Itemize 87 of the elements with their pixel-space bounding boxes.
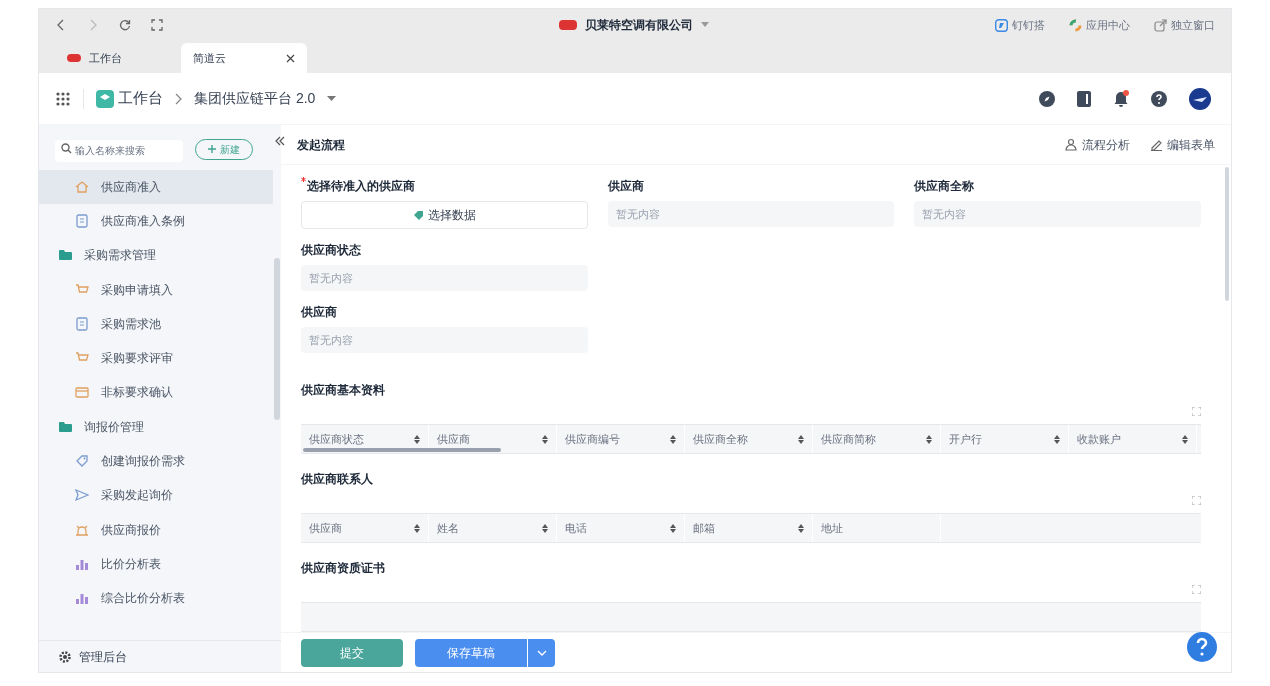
column-header[interactable]: 电话: [557, 514, 685, 542]
field-label: 供应商全称: [914, 178, 975, 195]
chevron-right-icon: [175, 92, 182, 105]
sidebar-item[interactable]: 采购要求评审: [39, 341, 273, 376]
field-label: 供应商: [607, 178, 644, 195]
tab-label: 工作台: [89, 50, 122, 66]
panel-icon[interactable]: [1077, 90, 1091, 107]
app-name[interactable]: 集团供应链平台 2.0: [194, 88, 316, 109]
ring-icon: [1069, 18, 1082, 32]
toolbar-link[interactable]: 独立窗口: [1154, 16, 1215, 34]
sidebar-item[interactable]: 比价分析表: [39, 546, 273, 582]
fullscreen-icon[interactable]: [151, 19, 163, 31]
send-icon: [75, 488, 89, 503]
column-header[interactable]: 邮箱: [685, 514, 813, 542]
house-icon: [75, 179, 89, 194]
apps-grid-icon[interactable]: [55, 90, 71, 107]
column-header[interactable]: 供应商简称: [813, 425, 941, 453]
sidebar-item[interactable]: 供应商准入: [39, 169, 273, 204]
section-title: 供应商联系人: [301, 471, 374, 488]
plus-icon: [208, 145, 216, 154]
person-icon: [1065, 138, 1078, 151]
help-icon[interactable]: [1151, 90, 1167, 107]
reload-icon[interactable]: [119, 19, 131, 31]
chat-icon: [995, 18, 1008, 32]
caret-icon[interactable]: [701, 22, 709, 28]
column-header[interactable]: 供应商全称: [685, 425, 813, 453]
compass-icon[interactable]: [1039, 90, 1055, 107]
bar-chart-icon: [75, 591, 89, 606]
section-title: 供应商基本资料: [301, 382, 386, 399]
document-icon: [75, 316, 89, 331]
search-icon: [61, 143, 72, 154]
column-header[interactable]: 开户行: [941, 425, 1069, 453]
toolbar-button[interactable]: 编辑表单: [1150, 135, 1215, 154]
collapse-icon[interactable]: [275, 136, 285, 146]
close-icon[interactable]: [286, 53, 295, 63]
toolbar-link[interactable]: 钉钉搭: [995, 16, 1045, 34]
form-scrollbar[interactable]: [1225, 167, 1229, 301]
workbench-logo-icon: [96, 89, 114, 108]
sidebar-scrollbar[interactable]: [274, 258, 280, 420]
sidebar-item[interactable]: 采购发起询价: [39, 478, 273, 513]
dropdown-button[interactable]: [528, 638, 555, 667]
sidebar-item[interactable]: 非标要求确认: [39, 375, 273, 410]
sidebar-item[interactable]: 采购需求池: [39, 306, 273, 341]
toolbar-button[interactable]: 流程分析: [1065, 135, 1130, 154]
help-icon[interactable]: [1187, 632, 1217, 662]
column-header[interactable]: 地址: [813, 514, 941, 542]
chevron-down-icon: [536, 649, 547, 656]
sidebar-item[interactable]: 综合比价分析表: [39, 581, 273, 616]
folder-icon: [59, 421, 72, 432]
pen-icon: [1150, 138, 1163, 151]
column-header[interactable]: 供应商: [301, 514, 429, 542]
tag-icon: [75, 454, 89, 468]
card-icon: [75, 385, 89, 400]
sidebar-item[interactable]: 供应商报价: [39, 512, 273, 547]
tab-label: 简道云: [193, 50, 226, 66]
column-header[interactable]: 姓名: [429, 514, 557, 542]
sidebar-item[interactable]: 采购申请填入: [39, 272, 273, 307]
column-header[interactable]: 供应商编号: [557, 425, 685, 453]
browser-tab[interactable]: 工作台: [55, 43, 181, 73]
search-field[interactable]: 输入名称来搜索: [55, 139, 183, 162]
avatar-icon[interactable]: [1189, 87, 1211, 110]
document-icon: [75, 213, 89, 228]
tag-icon: [412, 209, 424, 221]
sidebar-group[interactable]: 采购需求管理: [39, 238, 273, 273]
sidebar-item[interactable]: 创建询报价需求: [39, 443, 273, 479]
select-data-button[interactable]: 选择数据: [301, 201, 588, 229]
column-header[interactable]: 收款账户: [1069, 425, 1197, 453]
browser-tab[interactable]: 简道云: [181, 43, 307, 73]
bell-icon[interactable]: [1113, 90, 1129, 107]
company-logo-icon: [67, 54, 81, 62]
sidebar-item[interactable]: 供应商准入条例: [39, 203, 273, 239]
admin-link[interactable]: 管理后台: [79, 647, 127, 666]
section-title: 供应商资质证书: [301, 560, 386, 577]
table-scrollbar[interactable]: [303, 448, 501, 452]
gear-icon: [59, 650, 71, 663]
toolbar-link[interactable]: 应用中心: [1069, 16, 1130, 34]
sidebar-group[interactable]: 询报价管理: [39, 409, 273, 444]
field-label: 选择待准入的供应商: [307, 178, 415, 195]
field-label: 供应商状态: [301, 242, 361, 259]
form-title: 发起流程: [297, 136, 345, 154]
organization-name[interactable]: 贝莱特空调有限公司: [585, 16, 693, 34]
field-label: 供应商: [301, 304, 337, 321]
new-window-icon: [1154, 18, 1167, 32]
breadcrumb-link[interactable]: 工作台: [118, 87, 163, 110]
company-logo-icon: [559, 20, 577, 30]
caret-icon[interactable]: [327, 95, 337, 102]
folder-icon: [59, 250, 72, 261]
